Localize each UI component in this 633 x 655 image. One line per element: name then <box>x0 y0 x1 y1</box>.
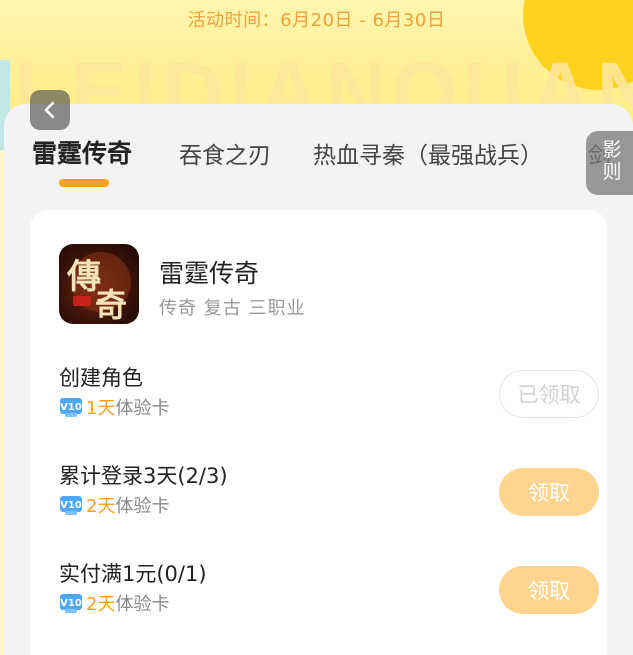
event-date-range: 活动时间：6月20日 - 6月30日 <box>187 10 446 31</box>
task-row: 累计登录3天(2/3) V10 2天 体验卡 领取 <box>59 460 599 520</box>
svg-text:奇: 奇 <box>95 286 127 324</box>
svg-text:V10: V10 <box>60 402 82 413</box>
vip-v10-icon: V10 <box>60 594 82 613</box>
task-title: 实付满1元(0/1) <box>59 562 207 586</box>
rules-button[interactable]: 影 则 <box>586 131 633 195</box>
main-sheet: 雷霆传奇 吞食之刃 热血寻秦（最强战兵） 剑 影 则 傳 奇 雷霆传奇 传奇 复… <box>4 104 633 655</box>
claimed-button[interactable]: 已领取 <box>499 370 599 418</box>
task-reward: V10 2天 体验卡 <box>59 590 169 616</box>
game-tags: 传奇 复古 三职业 <box>159 298 306 319</box>
rules-button-label-top: 影 <box>602 139 622 161</box>
game-task-card: 傳 奇 雷霆传奇 传奇 复古 三职业 创建角色 V10 1天 体验卡 已领取 累… <box>30 210 607 655</box>
game-tabs: 雷霆传奇 吞食之刃 热血寻秦（最强战兵） 剑 影 则 <box>4 104 633 204</box>
active-tab-indicator <box>59 179 109 187</box>
game-name: 雷霆传奇 <box>159 259 260 288</box>
svg-text:V10: V10 <box>60 500 82 511</box>
vip-v10-icon: V10 <box>60 398 82 417</box>
page: LEIDIANQUAN 活动时间：6月20日 - 6月30日 雷霆传奇 吞食之刃… <box>0 0 633 655</box>
task-reward: V10 2天 体验卡 <box>59 492 169 518</box>
reward-card-type: 体验卡 <box>115 496 170 517</box>
task-reward: V10 1天 体验卡 <box>59 394 169 420</box>
tab-rexue-xunqin[interactable]: 热血寻秦（最强战兵） <box>313 136 543 170</box>
task-row: 实付满1元(0/1) V10 2天 体验卡 领取 <box>59 558 599 618</box>
task-title: 创建角色 <box>59 366 143 390</box>
reward-days: 2天 <box>86 496 116 517</box>
reward-days: 2天 <box>86 594 116 615</box>
reward-card-type: 体验卡 <box>115 594 170 615</box>
tab-leiting-chuanqi[interactable]: 雷霆传奇 <box>32 134 132 170</box>
reward-card-type: 体验卡 <box>115 398 170 419</box>
vip-v10-icon: V10 <box>60 496 82 515</box>
chevron-left-icon <box>44 101 55 119</box>
rules-button-label-bottom: 则 <box>602 161 622 183</box>
task-title: 累计登录3天(2/3) <box>59 464 228 488</box>
back-button[interactable] <box>30 90 70 130</box>
claim-button[interactable]: 领取 <box>499 468 599 516</box>
svg-text:V10: V10 <box>60 598 82 609</box>
task-row: 创建角色 V10 1天 体验卡 已领取 <box>59 362 599 422</box>
tab-tunshi-zhiren[interactable]: 吞食之刃 <box>179 136 271 170</box>
claim-button[interactable]: 领取 <box>499 566 599 614</box>
game-logo-icon: 傳 奇 <box>59 244 139 324</box>
reward-days: 1天 <box>86 398 116 419</box>
